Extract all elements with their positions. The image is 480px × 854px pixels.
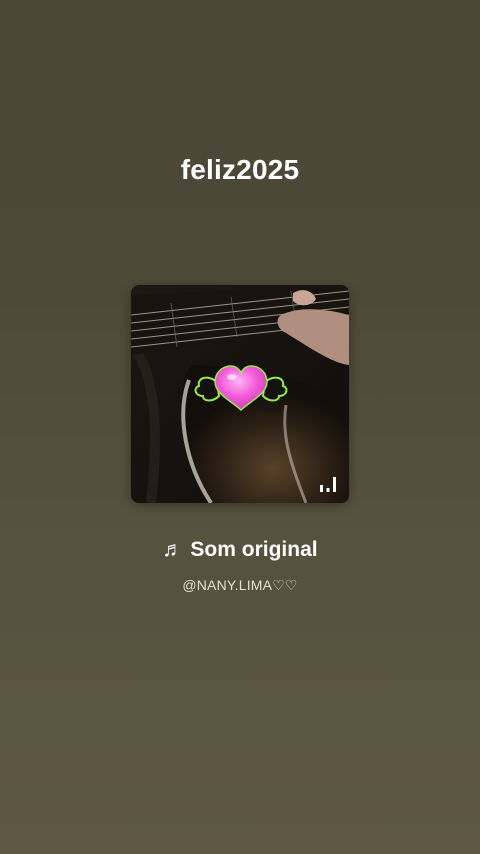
audio-page: feliz2025 ♬ Som original @NANY.LIMA♡♡ xyxy=(0,0,480,854)
equalizer-bars-icon xyxy=(320,477,336,492)
music-note-icon: ♬ xyxy=(162,538,184,561)
post-title: feliz2025 xyxy=(180,154,300,185)
guitar-photo xyxy=(131,285,349,503)
audio-cover-art[interactable] xyxy=(131,285,349,503)
artist-handle[interactable]: @NANY.LIMA♡♡ xyxy=(0,577,480,594)
song-title: Som original xyxy=(190,538,318,561)
song-title-row[interactable]: ♬ Som original xyxy=(0,538,480,562)
